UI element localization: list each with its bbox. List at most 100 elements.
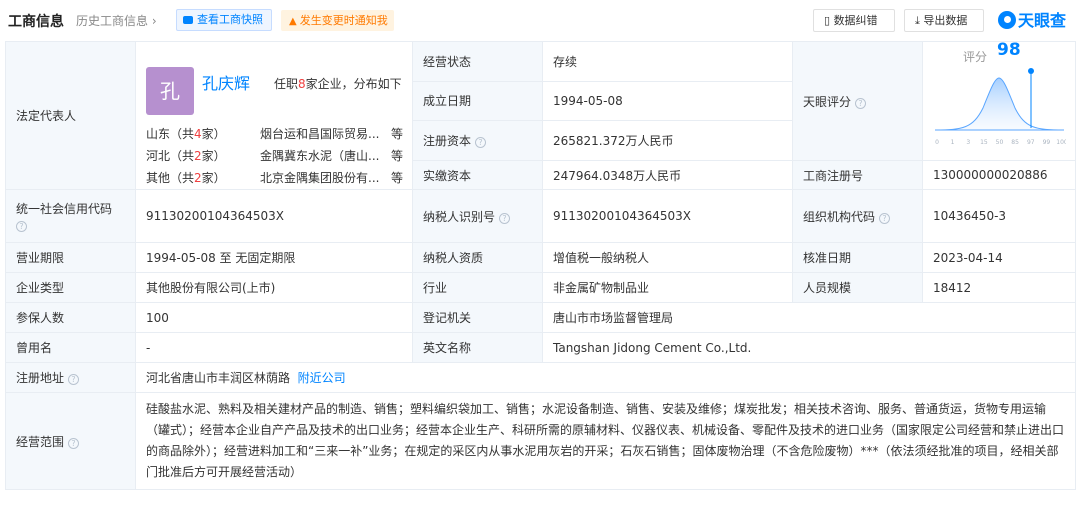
scope-label-text: 经营范围	[16, 434, 65, 449]
logo-mark-icon	[998, 11, 1016, 29]
region-company[interactable]: 烟台运和昌国际贸易...	[260, 125, 379, 142]
region-company[interactable]: 金隅冀东水泥（唐山...	[260, 147, 379, 164]
legal-rep-name[interactable]: 孔庆辉	[202, 70, 250, 94]
region-name: 山东（共	[146, 126, 195, 141]
reg-no-label: 工商注册号	[792, 160, 923, 190]
logo-text: 天眼查	[1018, 11, 1067, 30]
help-icon[interactable]: ?	[68, 374, 80, 385]
taxpayer-id-value: 91130200104364503X	[542, 189, 793, 243]
org-code-value: 10436450-3	[922, 189, 1076, 243]
help-icon[interactable]: ?	[879, 212, 891, 224]
legal-rep-label: 法定代表人	[5, 41, 136, 190]
credit-code-value: 91130200104364503X	[135, 189, 413, 243]
region-item[interactable]: 其他（共2家）	[146, 169, 226, 186]
jobs-suffix: 家企业，分布如下	[305, 76, 402, 91]
score-axis-tick: 0	[935, 139, 939, 146]
legal-rep-cell: 孔 孔庆辉 任职8家企业，分布如下 山东（共4家） 烟台运和昌国际贸易... 等…	[135, 41, 413, 190]
chevron-right-icon: ›	[151, 14, 157, 28]
english-name-value: Tangshan Jidong Cement Co.,Ltd.	[542, 332, 1076, 363]
score-axis-tick: 3	[966, 139, 970, 146]
nearby-companies-link[interactable]: 附近公司	[298, 371, 346, 385]
address-label: 注册地址?	[5, 362, 136, 393]
address-value: 河北省唐山市丰润区林荫路	[146, 371, 291, 385]
org-code-label-text: 组织机构代码	[803, 209, 876, 224]
scope-value: 硅酸盐水泥、熟料及相关建材产品的制造、销售；塑料编织袋加工、销售；水泥设备制造、…	[135, 392, 1076, 490]
notify-button-label: 发生变更时通知我	[299, 14, 388, 27]
score-label-text: 天眼评分	[803, 94, 852, 109]
score-axis-tick: 100	[1056, 139, 1066, 146]
avatar[interactable]: 孔	[146, 66, 194, 115]
snapshot-button-label: 查看工商快照	[197, 13, 263, 26]
region-item[interactable]: 河北（共2家）	[146, 147, 226, 164]
business-info-table: 法定代表人 孔 孔庆辉 任职8家企业，分布如下 山东（共4家） 烟台运和昌国际贸…	[5, 40, 1076, 490]
staff-label: 人员规模	[792, 272, 923, 303]
former-name-value: -	[135, 332, 413, 363]
region-etc: 等	[391, 148, 404, 163]
region-item[interactable]: 山东（共4家）	[146, 125, 226, 142]
bell-icon: ▲	[289, 16, 297, 27]
section-header: 工商信息 历史工商信息 › 查看工商快照 ▲ 发生变更时通知我 ▯ 数据纠错 ⤓ …	[0, 0, 1080, 40]
section-title: 工商信息	[8, 14, 64, 30]
notify-button[interactable]: ▲ 发生变更时通知我	[281, 10, 394, 31]
document-icon: ▯	[824, 14, 831, 27]
insured-value: 100	[135, 302, 413, 333]
status-value: 存续	[542, 41, 793, 82]
score-axis-tick: 50	[996, 139, 1004, 146]
help-icon[interactable]: ?	[16, 221, 27, 232]
snapshot-button[interactable]: 查看工商快照	[176, 9, 272, 31]
score-axis-tick: 85	[1011, 139, 1019, 146]
export-button[interactable]: ⤓ 导出数据	[904, 9, 984, 32]
help-icon[interactable]: ?	[68, 437, 80, 449]
paid-capital-label: 实缴资本	[412, 160, 543, 190]
help-icon[interactable]: ?	[499, 212, 511, 224]
company-type-label: 企业类型	[5, 272, 136, 303]
approve-date-value: 2023-04-14	[922, 242, 1076, 273]
address-label-text: 注册地址	[16, 371, 65, 385]
region-count: 2	[194, 148, 202, 163]
region-company[interactable]: 北京金隅集团股份有...	[260, 169, 379, 186]
error-report-button[interactable]: ▯ 数据纠错	[813, 9, 895, 32]
score-distribution-chart: 0 1 3 15 50 85 97 99 100	[934, 68, 1066, 146]
authority-label: 登记机关	[412, 302, 543, 333]
industry-value: 非金属矿物制品业	[542, 272, 793, 303]
score-label: 天眼评分?	[792, 41, 923, 161]
score-axis-tick: 1	[951, 139, 955, 146]
founded-value: 1994-05-08	[542, 80, 793, 122]
help-icon[interactable]: ?	[475, 137, 487, 149]
founded-label: 成立日期	[412, 80, 543, 122]
reg-capital-label: 注册资本?	[412, 120, 543, 161]
tianyancha-logo: 天眼查	[998, 7, 1066, 31]
credit-code-label: 统一社会信用代码?	[5, 189, 136, 243]
reg-capital-label-text: 注册资本	[423, 134, 472, 149]
jobs-count: 8	[298, 76, 306, 91]
score-title: 评分	[963, 50, 988, 64]
status-label: 经营状态	[412, 41, 543, 82]
term-label: 营业期限	[5, 242, 136, 273]
region-etc: 等	[391, 126, 404, 141]
region-name: 河北（共	[146, 148, 195, 163]
approve-date-label: 核准日期	[792, 242, 923, 273]
reg-no-value: 130000000020886	[922, 160, 1076, 190]
scope-label: 经营范围?	[5, 392, 136, 490]
staff-value: 18412	[922, 272, 1076, 303]
score-value: 98	[997, 40, 1021, 60]
score-axis-tick: 97	[1027, 139, 1035, 146]
reg-capital-value: 265821.372万人民币	[542, 120, 793, 161]
term-value: 1994-05-08 至 无固定期限	[135, 242, 413, 273]
region-unit: 家）	[201, 126, 226, 141]
jobs-prefix: 任职	[274, 76, 299, 91]
error-report-label: 数据纠错	[833, 14, 878, 27]
region-etc: 等	[391, 170, 404, 185]
org-code-label: 组织机构代码?	[792, 189, 923, 243]
history-link[interactable]: 历史工商信息 ›	[76, 12, 157, 29]
former-name-label: 曾用名	[5, 332, 136, 363]
download-icon: ⤓	[915, 14, 920, 27]
history-link-label: 历史工商信息	[76, 14, 149, 28]
region-name: 其他（共	[146, 170, 195, 185]
credit-code-label-text: 统一社会信用代码	[16, 202, 113, 216]
score-cell: 评分 98 0 1 3 15 50 85 97 99 100	[922, 40, 1076, 161]
help-icon[interactable]: ?	[855, 97, 867, 109]
region-count: 2	[194, 170, 202, 185]
region-unit: 家）	[201, 170, 226, 185]
region-count: 4	[194, 126, 202, 141]
